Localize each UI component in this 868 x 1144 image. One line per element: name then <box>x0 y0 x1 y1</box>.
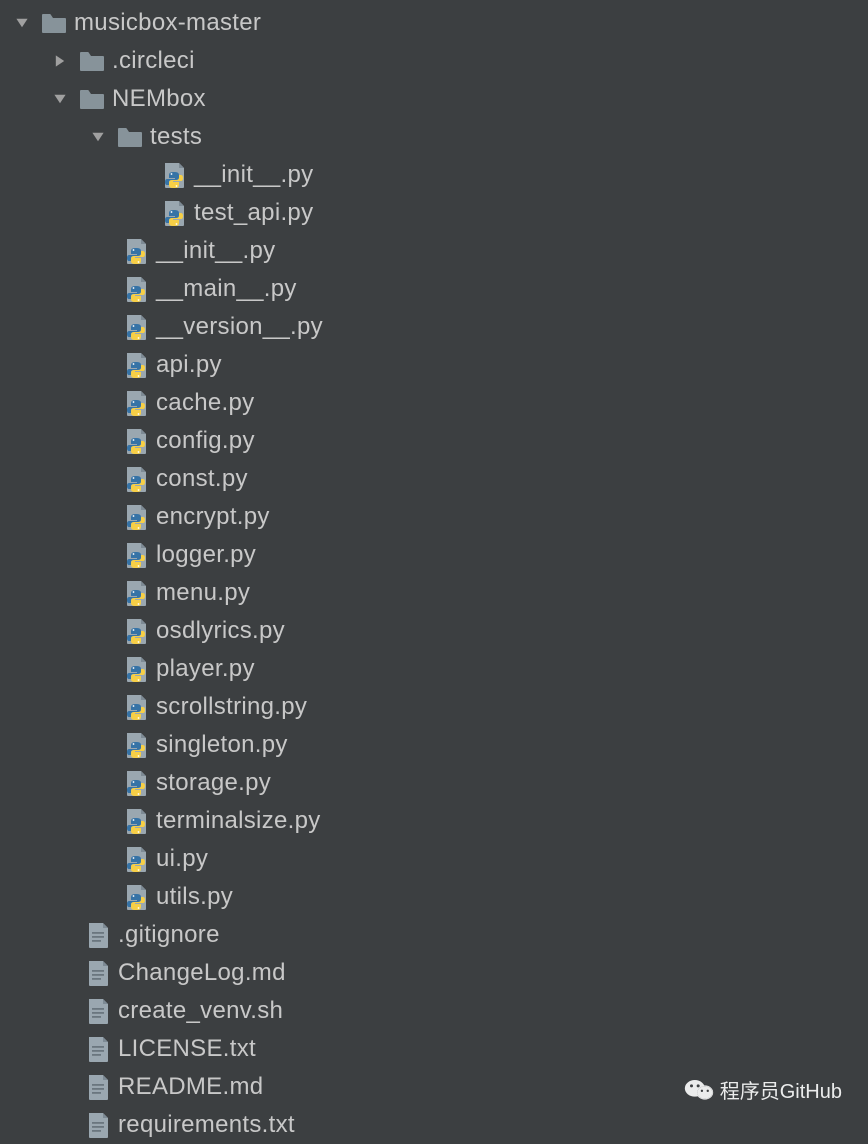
tree-item-label: encrypt.py <box>156 503 270 531</box>
tree-item-label: utils.py <box>156 883 233 911</box>
python-file-icon <box>122 731 150 759</box>
tree-item[interactable]: logger.py <box>0 536 868 574</box>
tree-item-label: singleton.py <box>156 731 288 759</box>
tree-item-label: .circleci <box>112 47 195 75</box>
tree-item[interactable]: utils.py <box>0 878 868 916</box>
tree-item[interactable]: player.py <box>0 650 868 688</box>
tree-item-label: logger.py <box>156 541 256 569</box>
tree-item-label: musicbox-master <box>74 9 261 37</box>
python-file-icon <box>122 351 150 379</box>
python-file-icon <box>122 503 150 531</box>
python-file-icon <box>122 845 150 873</box>
folder-icon <box>78 85 106 113</box>
tree-item-label: menu.py <box>156 579 250 607</box>
python-file-icon <box>122 579 150 607</box>
tree-item[interactable]: NEMbox <box>0 80 868 118</box>
tree-item-label: __init__.py <box>156 237 275 265</box>
tree-item[interactable]: .circleci <box>0 42 868 80</box>
tree-item[interactable]: __init__.py <box>0 156 868 194</box>
tree-item-label: player.py <box>156 655 255 683</box>
tree-item[interactable]: ui.py <box>0 840 868 878</box>
text-file-icon <box>84 921 112 949</box>
watermark: 程序员GitHub <box>684 1075 842 1104</box>
python-file-icon <box>122 541 150 569</box>
text-file-icon <box>84 997 112 1025</box>
tree-item[interactable]: terminalsize.py <box>0 802 868 840</box>
text-file-icon <box>84 959 112 987</box>
tree-item[interactable]: const.py <box>0 460 868 498</box>
python-file-icon <box>122 655 150 683</box>
tree-item[interactable]: LICENSE.txt <box>0 1030 868 1068</box>
tree-item[interactable]: create_venv.sh <box>0 992 868 1030</box>
python-file-icon <box>122 427 150 455</box>
arrow-down-icon[interactable] <box>88 127 108 147</box>
tree-item[interactable]: menu.py <box>0 574 868 612</box>
tree-item-label: terminalsize.py <box>156 807 321 835</box>
python-file-icon <box>122 465 150 493</box>
tree-item[interactable]: test_api.py <box>0 194 868 232</box>
tree-item[interactable]: ChangeLog.md <box>0 954 868 992</box>
folder-icon <box>78 47 106 75</box>
tree-item[interactable]: singleton.py <box>0 726 868 764</box>
tree-item-label: NEMbox <box>112 85 206 113</box>
tree-item[interactable]: musicbox-master <box>0 4 868 42</box>
tree-item[interactable]: cache.py <box>0 384 868 422</box>
text-file-icon <box>84 1073 112 1101</box>
tree-item[interactable]: .gitignore <box>0 916 868 954</box>
tree-item[interactable]: config.py <box>0 422 868 460</box>
python-file-icon <box>122 693 150 721</box>
tree-item[interactable]: storage.py <box>0 764 868 802</box>
arrow-right-icon[interactable] <box>50 51 70 71</box>
tree-item-label: __version__.py <box>156 313 323 341</box>
tree-item[interactable]: requirements.txt <box>0 1106 868 1144</box>
tree-item[interactable]: __version__.py <box>0 308 868 346</box>
text-file-icon <box>84 1111 112 1139</box>
python-file-icon <box>160 199 188 227</box>
python-file-icon <box>122 769 150 797</box>
watermark-text: 程序员GitHub <box>720 1075 842 1104</box>
tree-item-label: README.md <box>118 1073 263 1101</box>
tree-item-label: config.py <box>156 427 255 455</box>
tree-item[interactable]: __init__.py <box>0 232 868 270</box>
tree-item[interactable]: __main__.py <box>0 270 868 308</box>
python-file-icon <box>122 275 150 303</box>
python-file-icon <box>122 313 150 341</box>
text-file-icon <box>84 1035 112 1063</box>
folder-icon <box>40 9 68 37</box>
tree-item[interactable]: tests <box>0 118 868 156</box>
tree-item-label: storage.py <box>156 769 271 797</box>
tree-item-label: ui.py <box>156 845 208 873</box>
arrow-down-icon[interactable] <box>50 89 70 109</box>
python-file-icon <box>122 237 150 265</box>
tree-item-label: cache.py <box>156 389 254 417</box>
tree-item[interactable]: encrypt.py <box>0 498 868 536</box>
tree-item-label: api.py <box>156 351 222 379</box>
tree-item-label: tests <box>150 123 202 151</box>
tree-item-label: __init__.py <box>194 161 313 189</box>
tree-item-label: osdlyrics.py <box>156 617 285 645</box>
file-tree: musicbox-master .circleci NEMbox tests __ini… <box>0 4 868 1144</box>
python-file-icon <box>122 389 150 417</box>
python-file-icon <box>160 161 188 189</box>
tree-item-label: create_venv.sh <box>118 997 283 1025</box>
python-file-icon <box>122 617 150 645</box>
tree-item-label: __main__.py <box>156 275 297 303</box>
python-file-icon <box>122 883 150 911</box>
tree-item[interactable]: osdlyrics.py <box>0 612 868 650</box>
tree-item-label: requirements.txt <box>118 1111 295 1139</box>
tree-item[interactable]: scrollstring.py <box>0 688 868 726</box>
tree-item-label: .gitignore <box>118 921 220 949</box>
folder-icon <box>116 123 144 151</box>
tree-item[interactable]: api.py <box>0 346 868 384</box>
arrow-down-icon[interactable] <box>12 13 32 33</box>
tree-item-label: scrollstring.py <box>156 693 307 721</box>
tree-item-label: test_api.py <box>194 199 313 227</box>
tree-item-label: ChangeLog.md <box>118 959 286 987</box>
wechat-icon <box>684 1077 714 1103</box>
python-file-icon <box>122 807 150 835</box>
tree-item-label: LICENSE.txt <box>118 1035 256 1063</box>
tree-item-label: const.py <box>156 465 248 493</box>
